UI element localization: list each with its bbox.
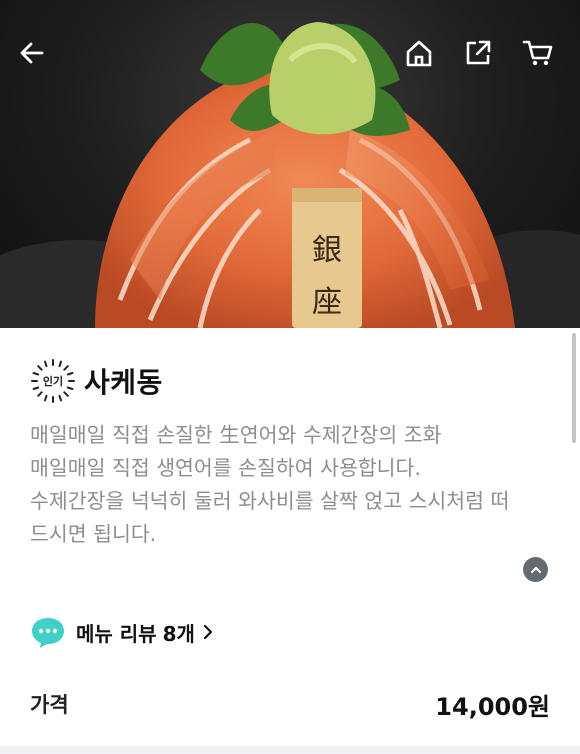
menu-hero-image: 銀 座 (0, 0, 580, 328)
chevron-right-icon (203, 624, 213, 640)
review-label: 메뉴 리뷰 (76, 621, 157, 646)
badge-label: 인기 (42, 375, 64, 388)
section-divider (0, 746, 580, 754)
share-icon (466, 40, 491, 65)
description-line: 매일매일 직접 손질한 生연어와 수제간장의 조화 (30, 423, 442, 447)
home-icon (406, 40, 432, 67)
scrollbar[interactable] (572, 333, 576, 443)
menu-review-link[interactable]: 메뉴 리뷰 8개 (30, 615, 213, 649)
description-line: 드시면 됩니다. (30, 522, 157, 546)
top-navigation-bar (0, 0, 580, 116)
price-label: 가격 (30, 693, 69, 717)
arrow-left-icon (20, 42, 44, 64)
chevron-up-icon (530, 566, 541, 573)
menu-title: 사케동 (84, 366, 163, 399)
price-value: 14,000원 (435, 692, 550, 721)
description-line: 수제간장을 넉넉히 둘러 와사비를 살짝 얹고 스시처럼 떠 (30, 489, 510, 513)
back-button[interactable] (17, 38, 57, 78)
popular-badge: 인기 (30, 358, 76, 404)
plate-char-2: 座 (312, 285, 342, 320)
collapse-description-button[interactable] (523, 557, 548, 582)
home-button[interactable] (404, 38, 444, 78)
speech-bubble-icon (32, 618, 64, 648)
menu-description: 매일매일 직접 손질한 生연어와 수제간장의 조화 매일매일 직접 생연어를 손… (30, 419, 555, 551)
share-button[interactable] (463, 38, 503, 78)
cart-icon (522, 40, 553, 66)
cart-button[interactable] (522, 38, 562, 78)
plate-char-1: 銀 (312, 233, 342, 268)
review-count: 8개 (162, 621, 195, 646)
price-row: 가격 14,000원 (30, 686, 550, 722)
menu-title-row: 인기 사케동 (30, 358, 163, 404)
description-line: 매일매일 직접 생연어를 손질하여 사용합니다. (30, 456, 421, 480)
